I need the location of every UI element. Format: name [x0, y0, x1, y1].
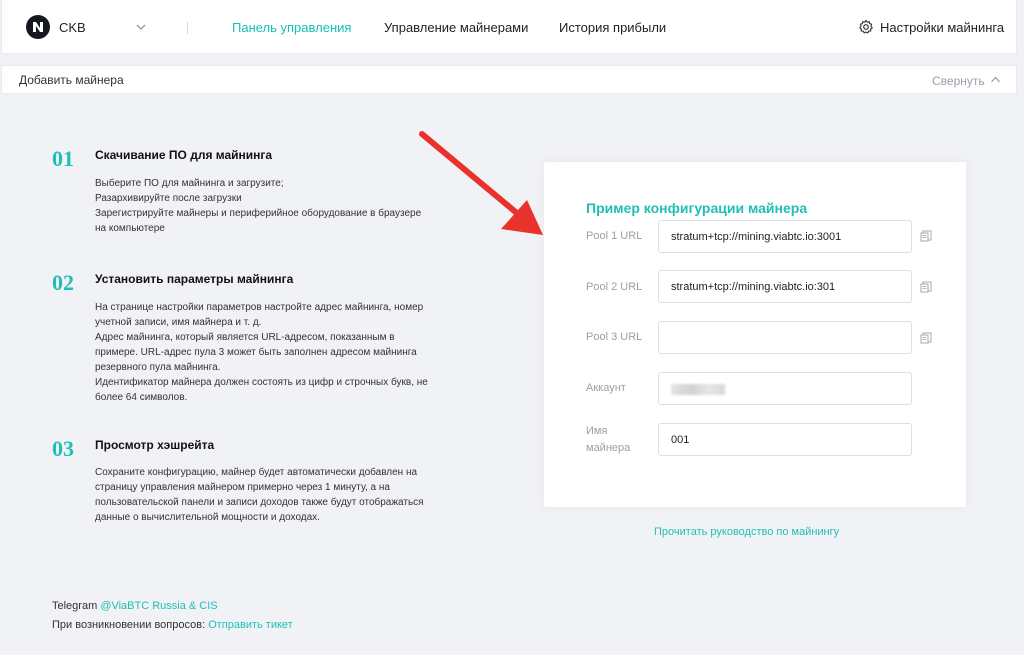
step-text-line: Адрес майнинга, который является URL-адр…	[95, 332, 395, 343]
miner-name-label: Имя майнера	[586, 423, 630, 457]
pool3-label: Pool 3 URL	[586, 331, 643, 343]
telegram-line: Telegram @ViaBTC Russia & CIS	[52, 600, 218, 612]
mining-guide-link[interactable]: Прочитать руководство по майнингу	[654, 526, 839, 538]
pool1-url-field[interactable]: stratum+tcp://mining.viabtc.io:3001	[658, 220, 912, 253]
copy-icon[interactable]	[920, 281, 932, 293]
step-text-line: пользовательской панели и записи доходов…	[95, 497, 424, 508]
miner-name-label-line: Имя	[586, 425, 608, 437]
nav-profit-history[interactable]: История прибыли	[559, 20, 666, 35]
collapse-button[interactable]: Свернуть	[932, 74, 985, 88]
step-title: Скачивание ПО для майнинга	[95, 148, 273, 162]
gear-icon[interactable]	[858, 19, 874, 35]
pool2-label: Pool 2 URL	[586, 281, 643, 293]
step-number: 03	[52, 436, 74, 461]
submit-ticket-link[interactable]: Отправить тикет	[208, 619, 293, 631]
step-title: Установить параметры майнинга	[95, 272, 294, 286]
step-text-line: Выберите ПО для майнинга и загрузите;	[95, 178, 284, 189]
account-label: Аккаунт	[586, 382, 626, 394]
step-text-line: данные о вычислительной мощности и доход…	[95, 512, 320, 523]
pool3-url-field[interactable]	[658, 321, 912, 354]
step-number: 01	[52, 146, 74, 171]
mining-settings-link[interactable]: Настройки майнинга	[880, 20, 1004, 35]
step-title: Просмотр хэшрейта	[95, 438, 215, 452]
telegram-link[interactable]: @ViaBTC Russia & CIS	[100, 600, 217, 612]
redacted-account-value	[671, 384, 725, 396]
coin-selector[interactable]: CKB	[59, 20, 86, 35]
step-number: 02	[52, 270, 74, 295]
step-text-line: более 64 символов.	[95, 392, 188, 403]
copy-icon[interactable]	[920, 230, 932, 242]
step-text-line: учетной записи, имя майнера и т. д.	[95, 317, 262, 328]
step-text-line: Идентификатор майнера должен состоять из…	[95, 377, 428, 388]
step-text-line: на компьютере	[95, 223, 165, 234]
nav-divider	[187, 22, 188, 34]
red-arrow-annotation	[419, 131, 543, 235]
step-description: Выберите ПО для майнинга и загрузите; Ра…	[95, 176, 450, 236]
telegram-label: Telegram	[52, 600, 98, 612]
step-text-line: Разархивируйте после загрузки	[95, 193, 242, 204]
add-miner-title: Добавить майнера	[19, 73, 124, 87]
miner-name-field[interactable]: 001	[658, 423, 912, 456]
step-description: На странице настройки параметров настрой…	[95, 300, 450, 405]
viabtc-logo[interactable]	[26, 15, 50, 39]
step-text-line: Зарегистрируйте майнеры и периферийное о…	[95, 208, 422, 219]
chevron-up-icon[interactable]	[990, 75, 1001, 84]
step-text-line: примере. URL-адрес пула 3 может быть зап…	[95, 347, 417, 358]
step-text-line: страницу управления майнером примерно че…	[95, 482, 390, 493]
step-text-line: резервного пула майнинга.	[95, 362, 221, 373]
chevron-down-icon[interactable]	[135, 22, 147, 32]
nav-miner-management[interactable]: Управление майнерами	[384, 20, 528, 35]
account-field[interactable]	[658, 372, 912, 405]
support-line: При возникновении вопросов: Отправить ти…	[52, 619, 293, 631]
add-miner-bar: Добавить майнера Свернуть	[1, 65, 1017, 94]
pool1-label: Pool 1 URL	[586, 230, 643, 242]
top-navigation: CKB Панель управления Управление майнера…	[1, 0, 1017, 54]
miner-name-label-line: майнера	[586, 442, 631, 454]
questions-label: При возникновении вопросов:	[52, 619, 206, 631]
miner-config-example-card: Пример конфигурации майнера Pool 1 URL s…	[544, 162, 966, 507]
step-text-line: На странице настройки параметров настрой…	[95, 302, 424, 313]
pool2-url-field[interactable]: stratum+tcp://mining.viabtc.io:301	[658, 270, 912, 303]
step-text-line: Сохраните конфигурацию, майнер будет авт…	[95, 467, 418, 478]
step-description: Сохраните конфигурацию, майнер будет авт…	[95, 465, 450, 525]
nav-dashboard[interactable]: Панель управления	[232, 20, 351, 35]
copy-icon[interactable]	[920, 332, 932, 344]
card-title: Пример конфигурации майнера	[586, 200, 808, 216]
